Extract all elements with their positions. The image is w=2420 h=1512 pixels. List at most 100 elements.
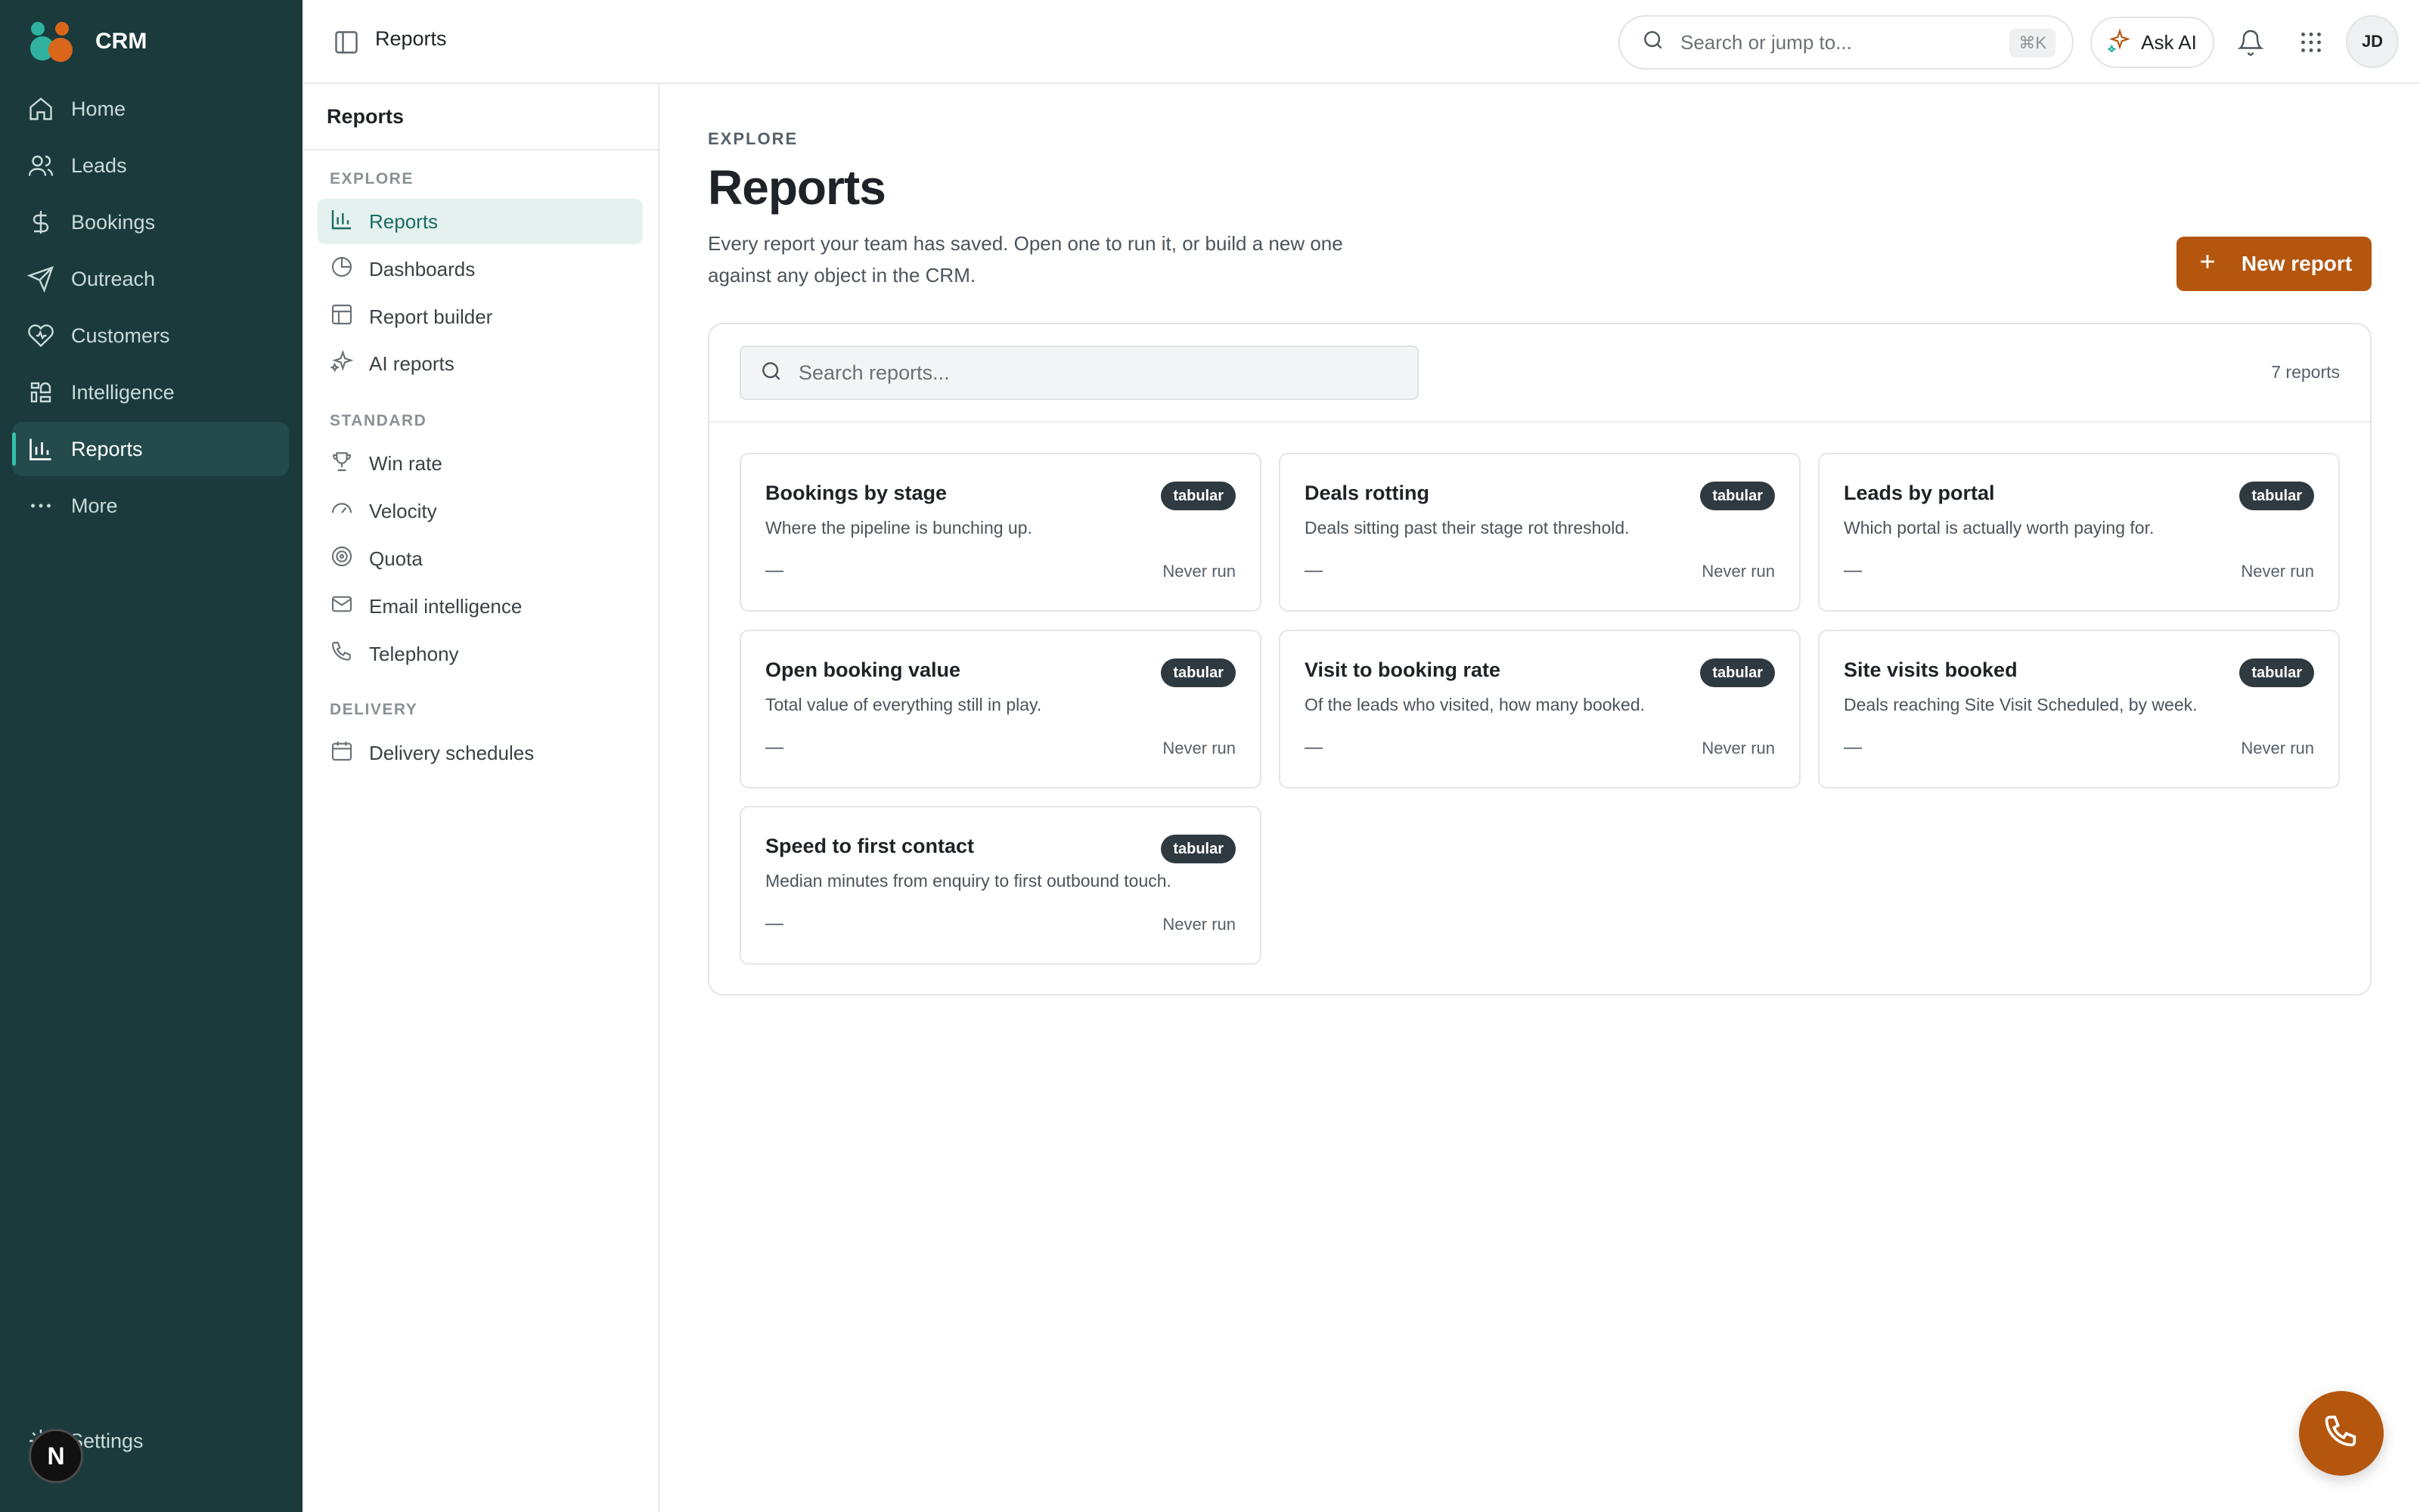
report-card[interactable]: Deals rotting tabular Deals sitting past… — [1279, 453, 1801, 612]
home-icon — [27, 95, 54, 122]
nav-item-bookings[interactable]: Bookings — [12, 195, 289, 249]
report-value: — — [1305, 560, 1323, 581]
subnav-item-delivery-schedules[interactable]: Delivery schedules — [318, 730, 643, 776]
top-bar: Reports Search or jump to... ⌘K Ask AI J… — [302, 0, 2420, 84]
calendar-icon — [330, 739, 354, 768]
subnav-item-label: Win rate — [369, 451, 442, 475]
trophy-icon — [330, 449, 354, 479]
report-title: Visit to booking rate — [1305, 658, 1501, 681]
nav-item-label: Leads — [71, 153, 127, 177]
call-button[interactable] — [2299, 1391, 2384, 1476]
report-type-badge: tabular — [1161, 835, 1236, 863]
nav-item-leads[interactable]: Leads — [12, 138, 289, 193]
subnav-item-email-intelligence[interactable]: Email intelligence — [318, 584, 643, 629]
breadcrumb: Reports — [375, 27, 447, 50]
report-card[interactable]: Visit to booking rate tabular Of the lea… — [1279, 630, 1801, 789]
nav-item-intelligence[interactable]: Intelligence — [12, 365, 289, 420]
subnav-item-velocity[interactable]: Velocity — [318, 488, 643, 534]
search-icon — [759, 359, 783, 387]
ask-ai-label: Ask AI — [2141, 30, 2197, 54]
report-status: Never run — [1162, 915, 1236, 934]
report-type-badge: tabular — [2239, 658, 2314, 687]
target-icon — [330, 544, 354, 574]
brain-icon — [27, 379, 54, 406]
nav-item-outreach[interactable]: Outreach — [12, 252, 289, 306]
bar-chart-icon — [27, 435, 54, 463]
pie-chart-icon — [330, 255, 354, 284]
ask-ai-button[interactable]: Ask AI — [2090, 17, 2214, 68]
new-report-label: New report — [2241, 252, 2353, 275]
report-title: Leads by portal — [1844, 482, 1995, 504]
report-description: Deals sitting past their stage rot thres… — [1305, 518, 1630, 538]
more-icon — [27, 492, 54, 519]
plus-icon — [2196, 250, 2219, 278]
sparkles-icon — [330, 349, 354, 379]
bell-icon[interactable] — [2234, 26, 2267, 59]
gauge-icon — [330, 497, 354, 526]
subnav-item-label: AI reports — [369, 352, 455, 375]
report-count: 7 reports — [2271, 362, 2340, 382]
section-label: EXPLORE — [330, 170, 414, 187]
report-type-badge: tabular — [1700, 658, 1775, 687]
nav-item-more[interactable]: More — [12, 479, 289, 533]
nav-item-label: More — [71, 494, 118, 517]
subnav-item-telephony[interactable]: Telephony — [318, 631, 643, 677]
report-card[interactable]: Site visits booked tabular Deals reachin… — [1818, 630, 2340, 789]
subnav-item-label: Email intelligence — [369, 594, 523, 618]
subnav-item-label: Velocity — [369, 499, 437, 522]
app-name: CRM — [95, 29, 147, 54]
avatar[interactable]: JD — [2346, 15, 2399, 68]
report-description: Deals reaching Site Visit Scheduled, by … — [1844, 695, 2198, 714]
report-card[interactable]: Open booking value tabular Total value o… — [740, 630, 1261, 789]
report-description: Total value of everything still in play. — [765, 695, 1042, 714]
subnav-item-report-builder[interactable]: Report builder — [318, 294, 643, 339]
search-icon — [1641, 28, 1665, 57]
report-value: — — [1844, 560, 1862, 581]
nav-item-reports[interactable]: Reports — [12, 422, 289, 476]
report-card[interactable]: Leads by portal tabular Which portal is … — [1818, 453, 2340, 612]
report-title: Speed to first contact — [765, 835, 975, 857]
new-report-button[interactable]: New report — [2176, 237, 2372, 291]
dev-tools-badge[interactable]: N — [29, 1429, 83, 1483]
report-type-badge: tabular — [1161, 482, 1236, 510]
section-label: DELIVERY — [330, 701, 418, 718]
bar-chart-icon — [330, 207, 354, 237]
primary-nav: Home Leads Bookings Outreach Customers I… — [12, 82, 289, 535]
layout-icon — [330, 302, 354, 332]
nav-item-customers[interactable]: Customers — [12, 308, 289, 363]
global-search[interactable]: Search or jump to... ⌘K — [1618, 15, 2074, 70]
subnav-item-quota[interactable]: Quota — [318, 536, 643, 581]
brand[interactable]: CRM — [27, 20, 147, 64]
sidebar-toggle-icon[interactable] — [333, 29, 360, 56]
search-input[interactable] — [799, 361, 1404, 385]
reports-panel: 7 reports Bookings by stage tabular Wher… — [708, 323, 2372, 996]
report-title: Open booking value — [765, 658, 961, 681]
main-content: EXPLORE Reports Every report your team h… — [659, 84, 2420, 1512]
subnav-item-dashboards[interactable]: Dashboards — [318, 246, 643, 292]
subnav-item-label: Telephony — [369, 642, 459, 665]
subnav-title: Reports — [327, 105, 405, 128]
divider — [302, 149, 658, 150]
report-card[interactable]: Bookings by stage tabular Where the pipe… — [740, 453, 1261, 612]
report-card[interactable]: Speed to first contact tabular Median mi… — [740, 806, 1261, 965]
apps-grid-icon[interactable] — [2294, 26, 2328, 59]
eyebrow: EXPLORE — [708, 129, 799, 148]
phone-icon — [330, 640, 354, 669]
send-icon — [27, 265, 54, 293]
shortcut-hint: ⌘K — [2009, 29, 2055, 57]
nav-item-home[interactable]: Home — [12, 82, 289, 136]
report-value: — — [1305, 737, 1323, 758]
nav-item-label: Home — [71, 97, 126, 120]
subnav-item-label: Quota — [369, 547, 423, 570]
nav-item-label: Reports — [71, 437, 143, 460]
report-description: Of the leads who visited, how many booke… — [1305, 695, 1646, 714]
report-type-badge: tabular — [1700, 482, 1775, 510]
report-search[interactable] — [740, 345, 1419, 400]
nav-item-label: Customers — [71, 324, 170, 347]
report-type-badge: tabular — [2239, 482, 2314, 510]
report-status: Never run — [2241, 562, 2314, 581]
subnav-item-win-rate[interactable]: Win rate — [318, 441, 643, 486]
report-description: Where the pipeline is bunching up. — [765, 518, 1032, 538]
subnav-item-reports[interactable]: Reports — [318, 199, 643, 244]
subnav-item-ai-reports[interactable]: AI reports — [318, 341, 643, 386]
